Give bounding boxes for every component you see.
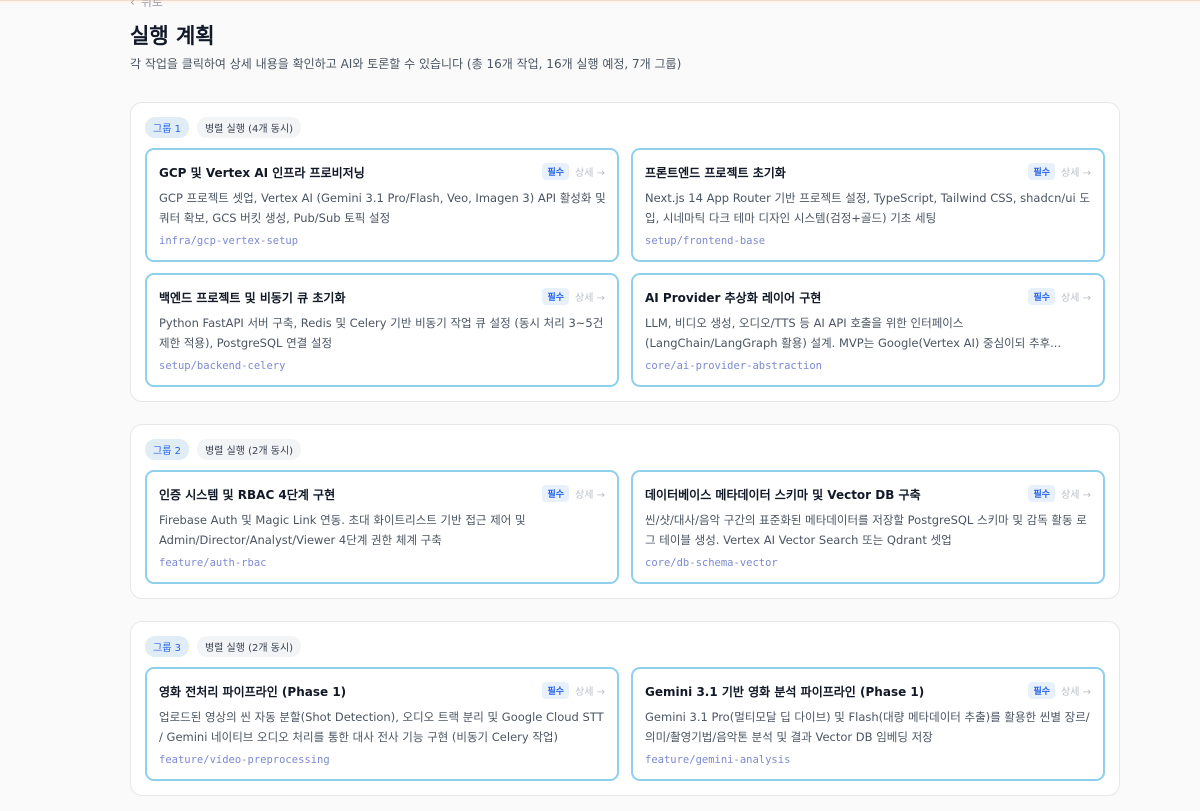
task-description: GCP 프로젝트 셋업, Vertex AI (Gemini 3.1 Pro/F… [159, 191, 606, 225]
task-card[interactable]: Gemini 3.1 기반 영화 분석 파이프라인 (Phase 1) 필수 상… [631, 667, 1105, 781]
required-badge: 필수 [1028, 288, 1056, 305]
task-card[interactable]: AI Provider 추상화 레이어 구현 필수 상세 → LLM, 비디오 … [631, 273, 1105, 387]
task-branch: setup/backend-celery [159, 360, 286, 372]
detail-link[interactable]: 상세 → [1061, 164, 1091, 179]
task-title: 영화 전처리 파이프라인 (Phase 1) [159, 685, 347, 699]
group-badge: 그룹 1 [145, 117, 189, 138]
task-branch: feature/video-preprocessing [159, 754, 330, 766]
required-badge: 필수 [542, 163, 570, 180]
task-title: GCP 및 Vertex AI 인프라 프로비저닝 [159, 166, 365, 180]
task-branch: setup/frontend-base [645, 235, 766, 247]
page-subtitle: 각 작업을 클릭하여 상세 내용을 확인하고 AI와 토론할 수 있습니다 (총… [130, 57, 682, 71]
top-accent-line [0, 0, 1200, 4]
task-card[interactable]: GCP 및 Vertex AI 인프라 프로비저닝 필수 상세 → GCP 프로… [145, 148, 619, 262]
chevron-left-icon: ‹ [130, 0, 135, 9]
task-card[interactable]: 프론트엔드 프로젝트 초기화 필수 상세 → Next.js 14 App Ro… [631, 148, 1105, 262]
task-title: AI Provider 추상화 레이어 구현 [645, 291, 822, 305]
task-description: Python FastAPI 서버 구축, Redis 및 Celery 기반 … [159, 316, 604, 350]
task-description: Gemini 3.1 Pro(멀티모달 딥 다이브) 및 Flash(대량 메타… [645, 710, 1090, 744]
page-title: 실행 계획 [130, 24, 215, 48]
detail-link[interactable]: 상세 → [575, 289, 605, 304]
required-badge: 필수 [542, 682, 570, 699]
task-group: 그룹 2 병렬 실행 (2개 동시) 인증 시스템 및 RBAC 4단계 구현 … [130, 424, 1120, 599]
task-title: 프론트엔드 프로젝트 초기화 [645, 166, 786, 180]
parallel-badge: 병렬 실행 (2개 동시) [196, 636, 302, 657]
detail-link[interactable]: 상세 → [1061, 683, 1091, 698]
task-title: 인증 시스템 및 RBAC 4단계 구현 [159, 488, 336, 502]
detail-link[interactable]: 상세 → [1061, 486, 1091, 501]
task-card[interactable]: 데이터베이스 메타데이터 스키마 및 Vector DB 구축 필수 상세 → … [631, 470, 1105, 584]
task-description: LLM, 비디오 생성, 오디오/TTS 등 AI API 호출을 위한 인터페… [645, 316, 1062, 350]
task-description: Firebase Auth 및 Magic Link 연동. 초대 화이트리스트… [159, 513, 526, 547]
task-branch: feature/gemini-analysis [645, 754, 791, 766]
task-branch: core/db-schema-vector [645, 557, 778, 569]
task-branch: feature/auth-rbac [159, 557, 267, 569]
group-badge: 그룹 3 [145, 636, 189, 657]
detail-link[interactable]: 상세 → [575, 486, 605, 501]
detail-link[interactable]: 상세 → [575, 164, 605, 179]
task-group: 그룹 1 병렬 실행 (4개 동시) GCP 및 Vertex AI 인프라 프… [130, 102, 1120, 402]
back-label: 뒤로 [140, 0, 163, 9]
task-branch: core/ai-provider-abstraction [645, 360, 823, 372]
task-description: Next.js 14 App Router 기반 프로젝트 설정, TypeSc… [645, 191, 1090, 225]
task-card[interactable]: 인증 시스템 및 RBAC 4단계 구현 필수 상세 → Firebase Au… [145, 470, 619, 584]
required-badge: 필수 [542, 485, 570, 502]
task-description: 씬/샷/대사/음악 구간의 표준화된 메타데이터를 저장할 PostgreSQL… [645, 513, 1087, 547]
required-badge: 필수 [1028, 682, 1056, 699]
task-title: Gemini 3.1 기반 영화 분석 파이프라인 (Phase 1) [645, 685, 925, 699]
task-title: 백엔드 프로젝트 및 비동기 큐 초기화 [159, 291, 346, 305]
task-card[interactable]: 영화 전처리 파이프라인 (Phase 1) 필수 상세 → 업로드된 영상의 … [145, 667, 619, 781]
back-link[interactable]: ‹ 뒤로 [130, 0, 163, 10]
detail-link[interactable]: 상세 → [1061, 289, 1091, 304]
task-card[interactable]: 백엔드 프로젝트 및 비동기 큐 초기화 필수 상세 → Python Fast… [145, 273, 619, 387]
required-badge: 필수 [542, 288, 570, 305]
task-title: 데이터베이스 메타데이터 스키마 및 Vector DB 구축 [645, 488, 921, 502]
task-branch: infra/gcp-vertex-setup [159, 235, 299, 247]
parallel-badge: 병렬 실행 (2개 동시) [196, 439, 302, 460]
group-badge: 그룹 2 [145, 439, 189, 460]
detail-link[interactable]: 상세 → [575, 683, 605, 698]
parallel-badge: 병렬 실행 (4개 동시) [196, 117, 302, 138]
required-badge: 필수 [1028, 485, 1056, 502]
required-badge: 필수 [1028, 163, 1056, 180]
task-description: 업로드된 영상의 씬 자동 분할(Shot Detection), 오디오 트랙… [159, 710, 604, 744]
task-group: 그룹 3 병렬 실행 (2개 동시) 영화 전처리 파이프라인 (Phase 1… [130, 621, 1120, 796]
